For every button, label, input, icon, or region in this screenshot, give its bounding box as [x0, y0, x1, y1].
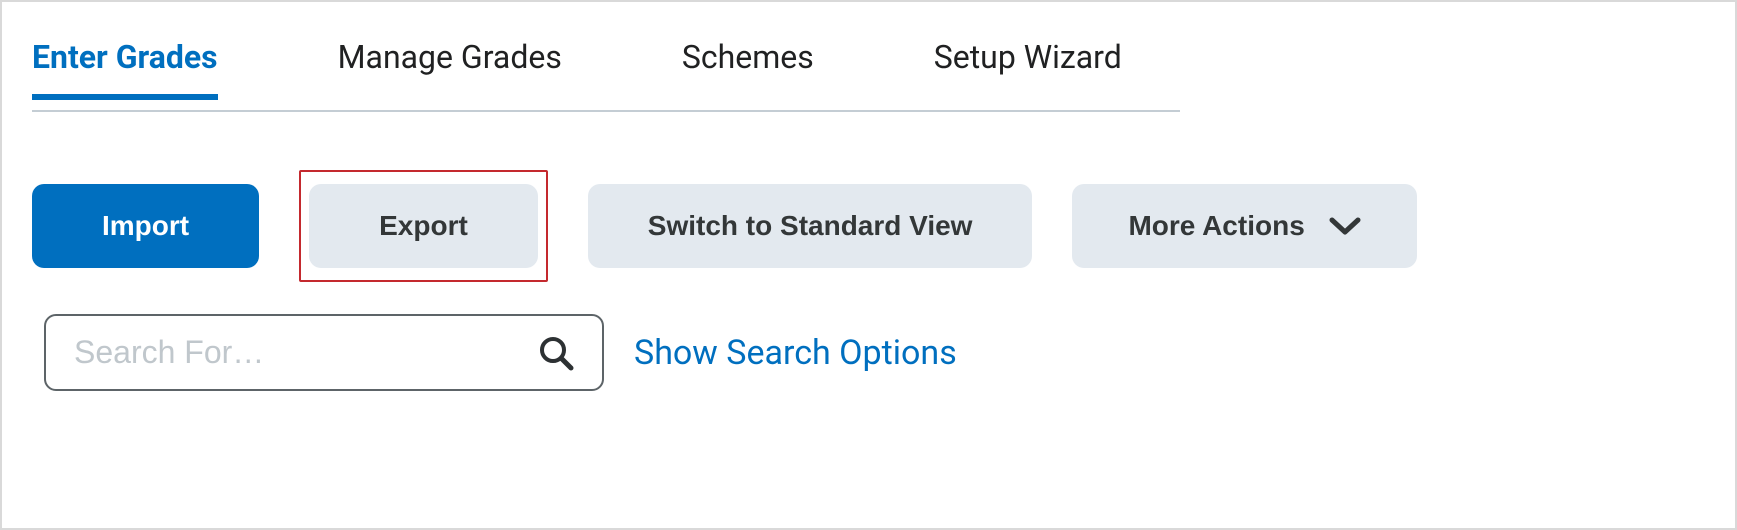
tab-manage-grades[interactable]: Manage Grades: [338, 38, 562, 100]
more-actions-button[interactable]: More Actions: [1072, 184, 1416, 268]
search-input-wrapper[interactable]: [44, 314, 604, 391]
tab-schemes[interactable]: Schemes: [682, 38, 814, 100]
tab-divider: [32, 110, 1180, 112]
search-input[interactable]: [74, 334, 538, 371]
export-button[interactable]: Export: [309, 184, 538, 268]
switch-view-button[interactable]: Switch to Standard View: [588, 184, 1033, 268]
show-search-options-link[interactable]: Show Search Options: [634, 333, 957, 373]
chevron-down-icon: [1329, 216, 1361, 236]
import-button[interactable]: Import: [32, 184, 259, 268]
tabs-wrapper: Enter Grades Manage Grades Schemes Setup…: [2, 2, 1735, 100]
action-button-row: Import Export Switch to Standard View Mo…: [2, 170, 1735, 282]
search-icon[interactable]: [538, 335, 574, 371]
export-highlight-box: Export: [299, 170, 548, 282]
tab-bar: Enter Grades Manage Grades Schemes Setup…: [2, 2, 1735, 100]
more-actions-label: More Actions: [1128, 210, 1304, 242]
tab-enter-grades[interactable]: Enter Grades: [32, 38, 218, 100]
search-row: Show Search Options: [2, 314, 1735, 391]
page-container: Enter Grades Manage Grades Schemes Setup…: [0, 0, 1737, 530]
tab-setup-wizard[interactable]: Setup Wizard: [934, 38, 1122, 100]
